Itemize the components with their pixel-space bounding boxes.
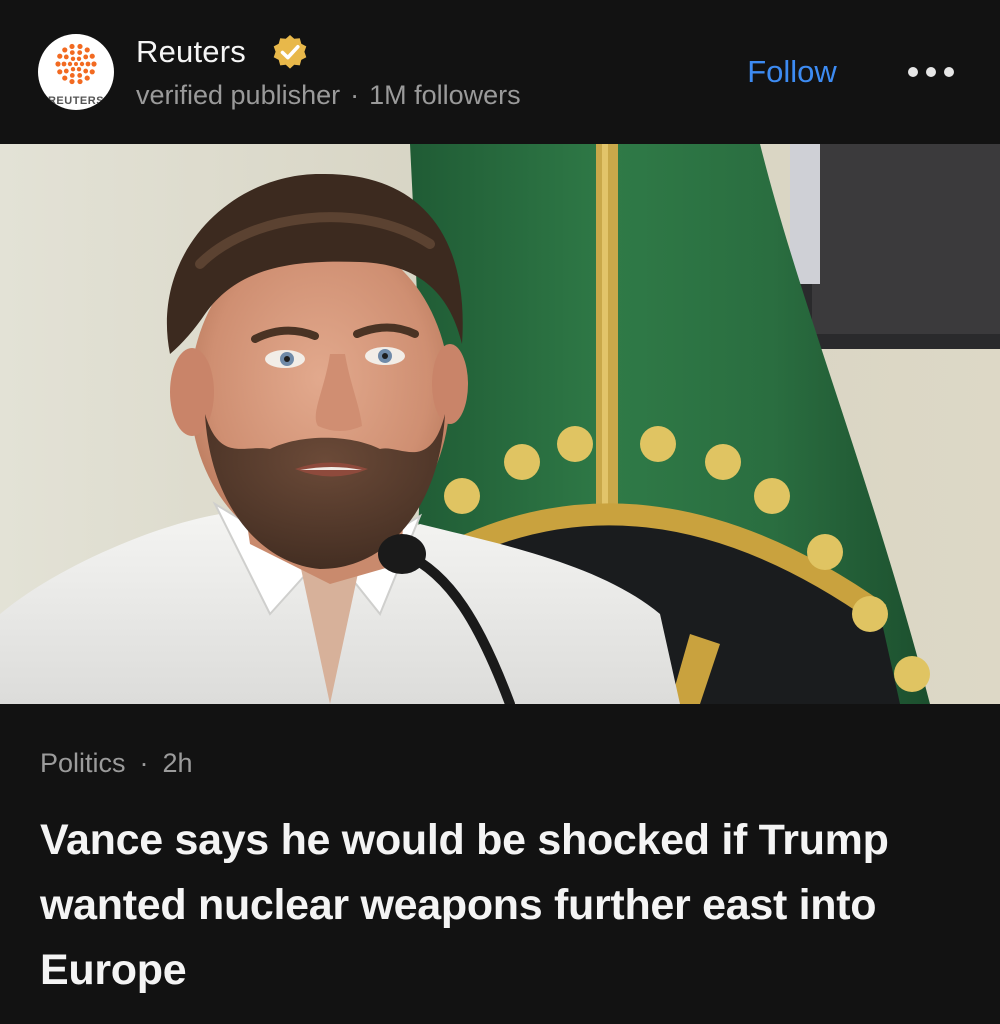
publisher-descriptor: verified publisher (136, 80, 341, 110)
logo-dot (77, 78, 83, 85)
logo-dot (69, 73, 75, 78)
logo-dot (62, 47, 68, 53)
logo-dot (83, 54, 89, 60)
subline-separator: · (350, 80, 360, 110)
logo-dot (57, 69, 63, 75)
logo-dot (84, 75, 90, 81)
logo-dot (70, 67, 76, 72)
logo-dot (83, 68, 89, 74)
logo-dot (70, 56, 76, 61)
logo-dot (77, 43, 83, 50)
logo-dot (57, 53, 63, 59)
verified-check-icon (273, 35, 307, 69)
logo-dot (74, 62, 78, 66)
logo-dot (84, 47, 90, 53)
timestamp: 2h (162, 748, 193, 778)
article-meta: Politics · 2h (40, 748, 193, 779)
reuters-logo-mark: REUTERS (48, 43, 104, 107)
publisher-name[interactable]: Reuters (136, 34, 246, 70)
reuters-logo[interactable]: REUTERS (38, 34, 114, 110)
logo-dot (91, 61, 97, 67)
publisher-header: REUTERS Reuters verified publisher · 1M fo… (0, 0, 1000, 144)
more-options-button[interactable] (896, 52, 966, 92)
follow-button[interactable]: Follow (722, 50, 862, 94)
logo-dot (62, 75, 68, 81)
logo-dot (63, 54, 69, 60)
meta-separator: · (139, 748, 149, 778)
article-headline[interactable]: Vance says he would be shocked if Trump … (40, 808, 970, 1003)
logo-dot (67, 61, 73, 67)
logo-dot (76, 67, 82, 72)
logo-dot (89, 69, 95, 75)
logo-dot (76, 56, 82, 61)
article-photo[interactable] (0, 144, 1000, 704)
category-label[interactable]: Politics (40, 748, 126, 778)
more-dots-icon (908, 67, 954, 77)
logo-dot (79, 61, 85, 67)
logo-dot (85, 61, 91, 67)
speaker-photo-illustration (0, 144, 1000, 704)
logo-dot (61, 61, 67, 67)
feed-card: REUTERS Reuters verified publisher · 1M fo… (0, 0, 1000, 1024)
logo-dot (77, 50, 83, 55)
logo-wordmark: REUTERS (48, 95, 104, 107)
logo-dot (55, 61, 61, 67)
publisher-subline: verified publisher · 1M followers (136, 80, 521, 111)
follower-count: 1M followers (369, 80, 521, 110)
logo-dot (69, 50, 75, 55)
logo-dot (89, 53, 95, 59)
logo-dot (69, 43, 75, 50)
logo-dot (63, 68, 69, 74)
logo-dot (77, 73, 83, 78)
logo-dot (69, 78, 75, 85)
